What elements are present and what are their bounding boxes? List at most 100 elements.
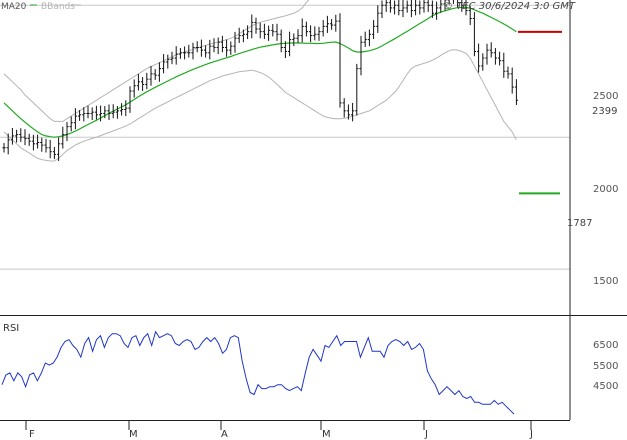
price-bar [313, 26, 317, 41]
y-tick-label-2500: 2500 [593, 91, 618, 102]
price-bar [128, 86, 132, 113]
price-bar [435, 1, 439, 20]
price-bar [388, 0, 392, 13]
price-bar [372, 20, 376, 40]
price-bar [422, 0, 426, 13]
price-bar [359, 35, 363, 76]
price-bar [10, 127, 14, 145]
price-bar [124, 100, 128, 117]
price-bar [90, 107, 94, 121]
price-bar [208, 39, 212, 60]
price-bar [296, 29, 300, 44]
bb-upper-line [3, 0, 310, 122]
price-bar [426, 0, 430, 12]
price-bar [363, 31, 367, 47]
y-tick-label-2000: 2000 [593, 184, 618, 195]
price-bar [40, 137, 44, 152]
price-bar [380, 0, 384, 18]
price-bar [262, 23, 266, 40]
price-bar [258, 22, 262, 39]
copyright-notice: © TEC 30/6/2024 3:0 GMT [443, 1, 576, 12]
price-bar [216, 37, 220, 55]
resistance-level-label: 2399 [592, 106, 617, 117]
price-bar [120, 103, 124, 116]
price-bar [2, 143, 6, 153]
rsi-tick-label-4500: 4500 [593, 381, 618, 392]
price-bar [157, 62, 161, 82]
legend-bbands: BBands [41, 2, 75, 12]
price-bar [355, 63, 359, 116]
price-bar [237, 27, 241, 44]
price-bar [166, 54, 170, 69]
price-bar [342, 98, 346, 118]
price-bar [36, 134, 40, 149]
rsi-tick-label-5500: 5500 [593, 361, 618, 372]
price-bar [288, 31, 292, 57]
price-bar [498, 51, 502, 66]
price-bar [334, 14, 338, 32]
x-tick-label-feb: F [29, 429, 35, 440]
price-bar [153, 69, 157, 80]
x-tick-label-apr: A [221, 429, 228, 440]
price-bar [132, 79, 136, 98]
price-bar [502, 52, 506, 78]
price-bar [183, 46, 187, 60]
price-bar [292, 33, 296, 47]
price-bar [338, 13, 342, 108]
rsi-title: RSI [3, 323, 19, 334]
price-bar [376, 5, 380, 33]
price-bar [304, 21, 308, 37]
price-bar [439, 0, 443, 13]
price-bar [15, 129, 19, 143]
price-bar [267, 25, 271, 41]
price-bar [199, 39, 203, 57]
price-bar [254, 17, 258, 34]
price-bar [309, 25, 313, 43]
price-bar [233, 31, 237, 53]
price-bar [65, 121, 69, 142]
price-bar [145, 72, 149, 90]
price-bar [136, 73, 140, 91]
price-bar [275, 23, 279, 41]
price-bar [19, 128, 23, 142]
price-bar [44, 138, 48, 153]
y-tick-label-1500: 1500 [593, 276, 618, 287]
price-bar [52, 146, 56, 160]
price-bar [401, 0, 405, 18]
price-bar [325, 15, 329, 33]
price-bar [477, 43, 481, 73]
price-bar [397, 0, 401, 16]
price-bar [279, 29, 283, 53]
x-tick-label-jul: J [529, 429, 533, 440]
price-bar [485, 43, 489, 65]
price-bar [191, 42, 195, 60]
price-bar [414, 0, 418, 16]
price-bar [300, 18, 304, 43]
price-bar [48, 139, 52, 159]
price-bar [225, 39, 229, 57]
bb-lower-line [3, 49, 517, 162]
price-bar [317, 26, 321, 41]
price-bar [330, 18, 334, 30]
x-tick-label-mar: M [129, 429, 138, 440]
price-levels [518, 30, 562, 195]
price-bar [384, 0, 388, 12]
price-bar [493, 48, 497, 65]
rsi-path [1, 330, 515, 415]
stock-chart: MA20 BBands © TEC 30/6/2024 3:0 GMT RSI … [0, 0, 627, 440]
price-bar [94, 105, 98, 120]
price-bar [229, 41, 233, 55]
price-bar [514, 79, 518, 106]
price-bar [321, 20, 325, 37]
price-bar [489, 42, 493, 58]
price-bar [418, 0, 422, 15]
rsi-line [1, 330, 515, 415]
price-bar [170, 51, 174, 65]
rsi-tick-label-6500: 6500 [593, 340, 618, 351]
price-bar [27, 133, 31, 146]
price-bar [195, 41, 199, 53]
price-bar [73, 108, 77, 130]
price-bar [367, 29, 371, 47]
price-bar [162, 54, 166, 74]
price-bar [212, 38, 216, 53]
